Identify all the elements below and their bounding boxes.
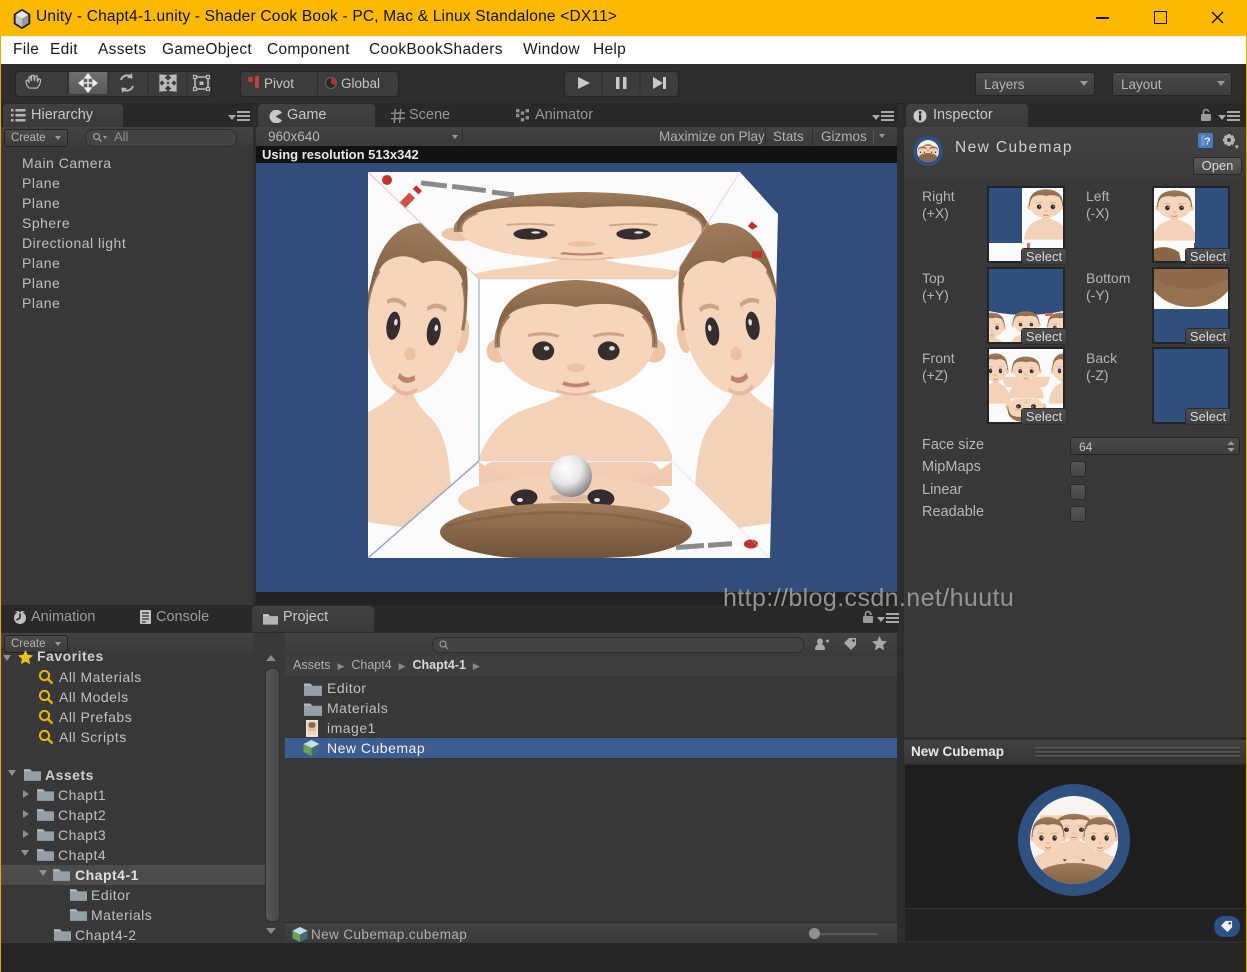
- svg-text:?: ?: [1204, 137, 1210, 148]
